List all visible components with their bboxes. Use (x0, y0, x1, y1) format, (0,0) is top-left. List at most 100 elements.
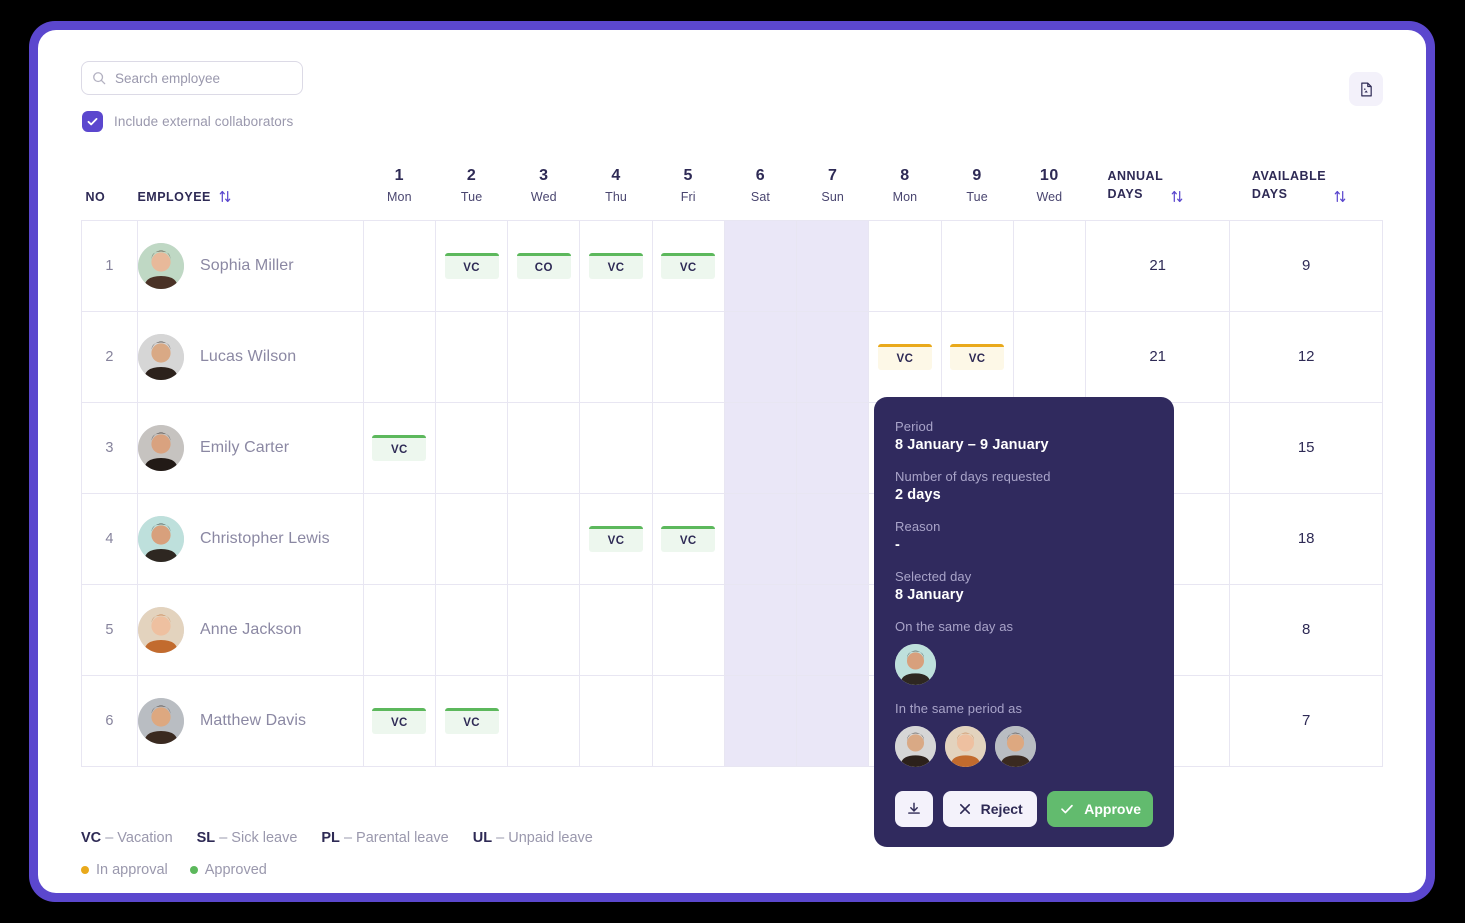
header-day-8: 8 Mon (892, 167, 918, 204)
day-cell[interactable] (796, 401, 870, 494)
day-cell[interactable]: VC (362, 401, 436, 494)
day-cell[interactable] (579, 310, 653, 403)
day-cell[interactable] (651, 583, 725, 676)
day-cell[interactable] (362, 492, 436, 585)
day-cell[interactable] (723, 583, 798, 676)
table-row[interactable]: 6 Matthew Davis VCVCVC7 (81, 674, 1383, 767)
day-cell[interactable] (1012, 310, 1086, 403)
day-cell[interactable] (507, 310, 581, 403)
day-cell[interactable]: VC (940, 310, 1014, 403)
table-row[interactable]: 1 Sophia Miller VC CO VC VC 21 9 (81, 219, 1383, 312)
leave-badge-vc-in-approval[interactable]: VC (950, 343, 1005, 370)
day-cell[interactable] (651, 310, 725, 403)
employee-cell[interactable]: Lucas Wilson (136, 310, 364, 403)
employee-cell[interactable]: Christopher Lewis (136, 492, 364, 585)
day-cell[interactable]: VC (362, 674, 436, 767)
reject-button[interactable]: Reject (943, 791, 1038, 827)
search-input[interactable] (115, 70, 292, 86)
day-cell[interactable] (579, 674, 653, 767)
day-cell[interactable] (507, 492, 581, 585)
leave-badge-vc-approved[interactable]: VC (661, 525, 716, 552)
approve-button[interactable]: Approve (1047, 791, 1153, 827)
day-cell[interactable]: VC (868, 310, 942, 403)
day-cell[interactable] (723, 310, 798, 403)
leave-badge-vc-approved[interactable]: VC (372, 434, 427, 461)
avatar-matthew-davis[interactable] (995, 726, 1036, 767)
include-external-collaborators-row[interactable]: Include external collaborators (82, 111, 293, 132)
day-cell[interactable] (362, 583, 436, 676)
search-box[interactable] (81, 61, 303, 95)
day-cell[interactable] (362, 310, 436, 403)
table-row[interactable]: 3 Emily Carter VC 15 (81, 401, 1383, 494)
day-cell[interactable] (651, 674, 725, 767)
header-day-5: 5 Fri (680, 167, 696, 204)
header-employee[interactable]: EMPLOYEE (137, 167, 363, 220)
toolbar: Include external collaborators (81, 61, 1383, 133)
check-icon (87, 118, 98, 126)
day-cell[interactable] (723, 674, 798, 767)
leave-badge-vc-approved[interactable]: VC (589, 252, 644, 279)
day-cell[interactable] (507, 401, 581, 494)
leave-badge-vc-approved[interactable]: VC (661, 252, 716, 279)
row-number: 3 (81, 401, 138, 494)
day-cell[interactable] (868, 219, 942, 312)
day-cell[interactable] (796, 310, 870, 403)
table-row[interactable]: 5 Anne Jackson VC8 (81, 583, 1383, 676)
day-cell[interactable] (507, 583, 581, 676)
sort-icon[interactable] (219, 190, 231, 203)
day-cell[interactable] (651, 401, 725, 494)
sort-icon[interactable] (1171, 190, 1183, 203)
day-cell[interactable] (940, 219, 1014, 312)
employee-cell[interactable]: Sophia Miller (136, 219, 364, 312)
avatar-lucas-wilson[interactable] (895, 726, 936, 767)
leave-badge-vc-in-approval[interactable]: VC (877, 343, 932, 370)
table-row[interactable]: 4 Christopher Lewis VCVCVC18 (81, 492, 1383, 585)
header-available-days[interactable]: AVAILABLE DAYS (1230, 167, 1383, 220)
sort-icon[interactable] (1334, 190, 1346, 203)
day-cell[interactable]: VC (434, 219, 509, 312)
schedule-table-wrapper: NO EMPLOYEE 1 Mon 2 Tue 3 Wed 4 Thu 5 Fri 6 Sa… (81, 167, 1383, 767)
employee-cell[interactable]: Matthew Davis (136, 674, 364, 767)
day-cell[interactable] (434, 310, 509, 403)
day-cell[interactable] (723, 401, 798, 494)
available-days-cell: 7 (1229, 674, 1383, 767)
search-icon (93, 72, 106, 85)
table-row[interactable]: 2 Lucas Wilson VC VC 21 12 (81, 310, 1383, 403)
day-cell[interactable] (507, 674, 581, 767)
day-cell[interactable] (796, 583, 870, 676)
day-cell[interactable] (434, 583, 509, 676)
employee-cell[interactable]: Emily Carter (136, 401, 364, 494)
leave-badge-vc-approved[interactable]: VC (589, 525, 644, 552)
day-cell[interactable]: VC (579, 219, 653, 312)
include-external-collaborators-checkbox[interactable] (82, 111, 103, 132)
leave-badge-co-approved[interactable]: CO (516, 252, 571, 279)
day-cell[interactable]: VC (651, 492, 725, 585)
legend-code-sl: SL – Sick leave (197, 830, 298, 846)
day-cell[interactable] (579, 401, 653, 494)
download-button[interactable] (895, 791, 933, 827)
employee-cell[interactable]: Anne Jackson (136, 583, 364, 676)
leave-badge-vc-approved[interactable]: VC (372, 707, 427, 734)
avatar-christopher-lewis[interactable] (895, 644, 936, 685)
day-cell[interactable]: VC (651, 219, 725, 312)
popover-selected-day: Selected day 8 January (895, 569, 1153, 603)
day-cell[interactable] (723, 219, 798, 312)
legend-code-ul: UL – Unpaid leave (473, 830, 593, 846)
day-cell[interactable] (579, 583, 653, 676)
day-cell[interactable] (723, 492, 798, 585)
day-cell[interactable] (796, 219, 870, 312)
day-cell[interactable]: VC (434, 674, 509, 767)
leave-badge-vc-approved[interactable]: VC (444, 707, 499, 734)
day-cell[interactable] (796, 492, 870, 585)
day-cell[interactable] (434, 401, 509, 494)
day-cell[interactable]: CO (507, 219, 581, 312)
avatar-anne-jackson[interactable] (945, 726, 986, 767)
day-cell[interactable]: VC (579, 492, 653, 585)
header-annual-days[interactable]: ANNUAL DAYS (1085, 167, 1229, 220)
day-cell[interactable] (434, 492, 509, 585)
leave-badge-vc-approved[interactable]: VC (444, 252, 499, 279)
day-cell[interactable] (1012, 219, 1086, 312)
day-cell[interactable] (796, 674, 870, 767)
day-cell[interactable] (362, 219, 436, 312)
export-document-button[interactable] (1349, 72, 1383, 106)
